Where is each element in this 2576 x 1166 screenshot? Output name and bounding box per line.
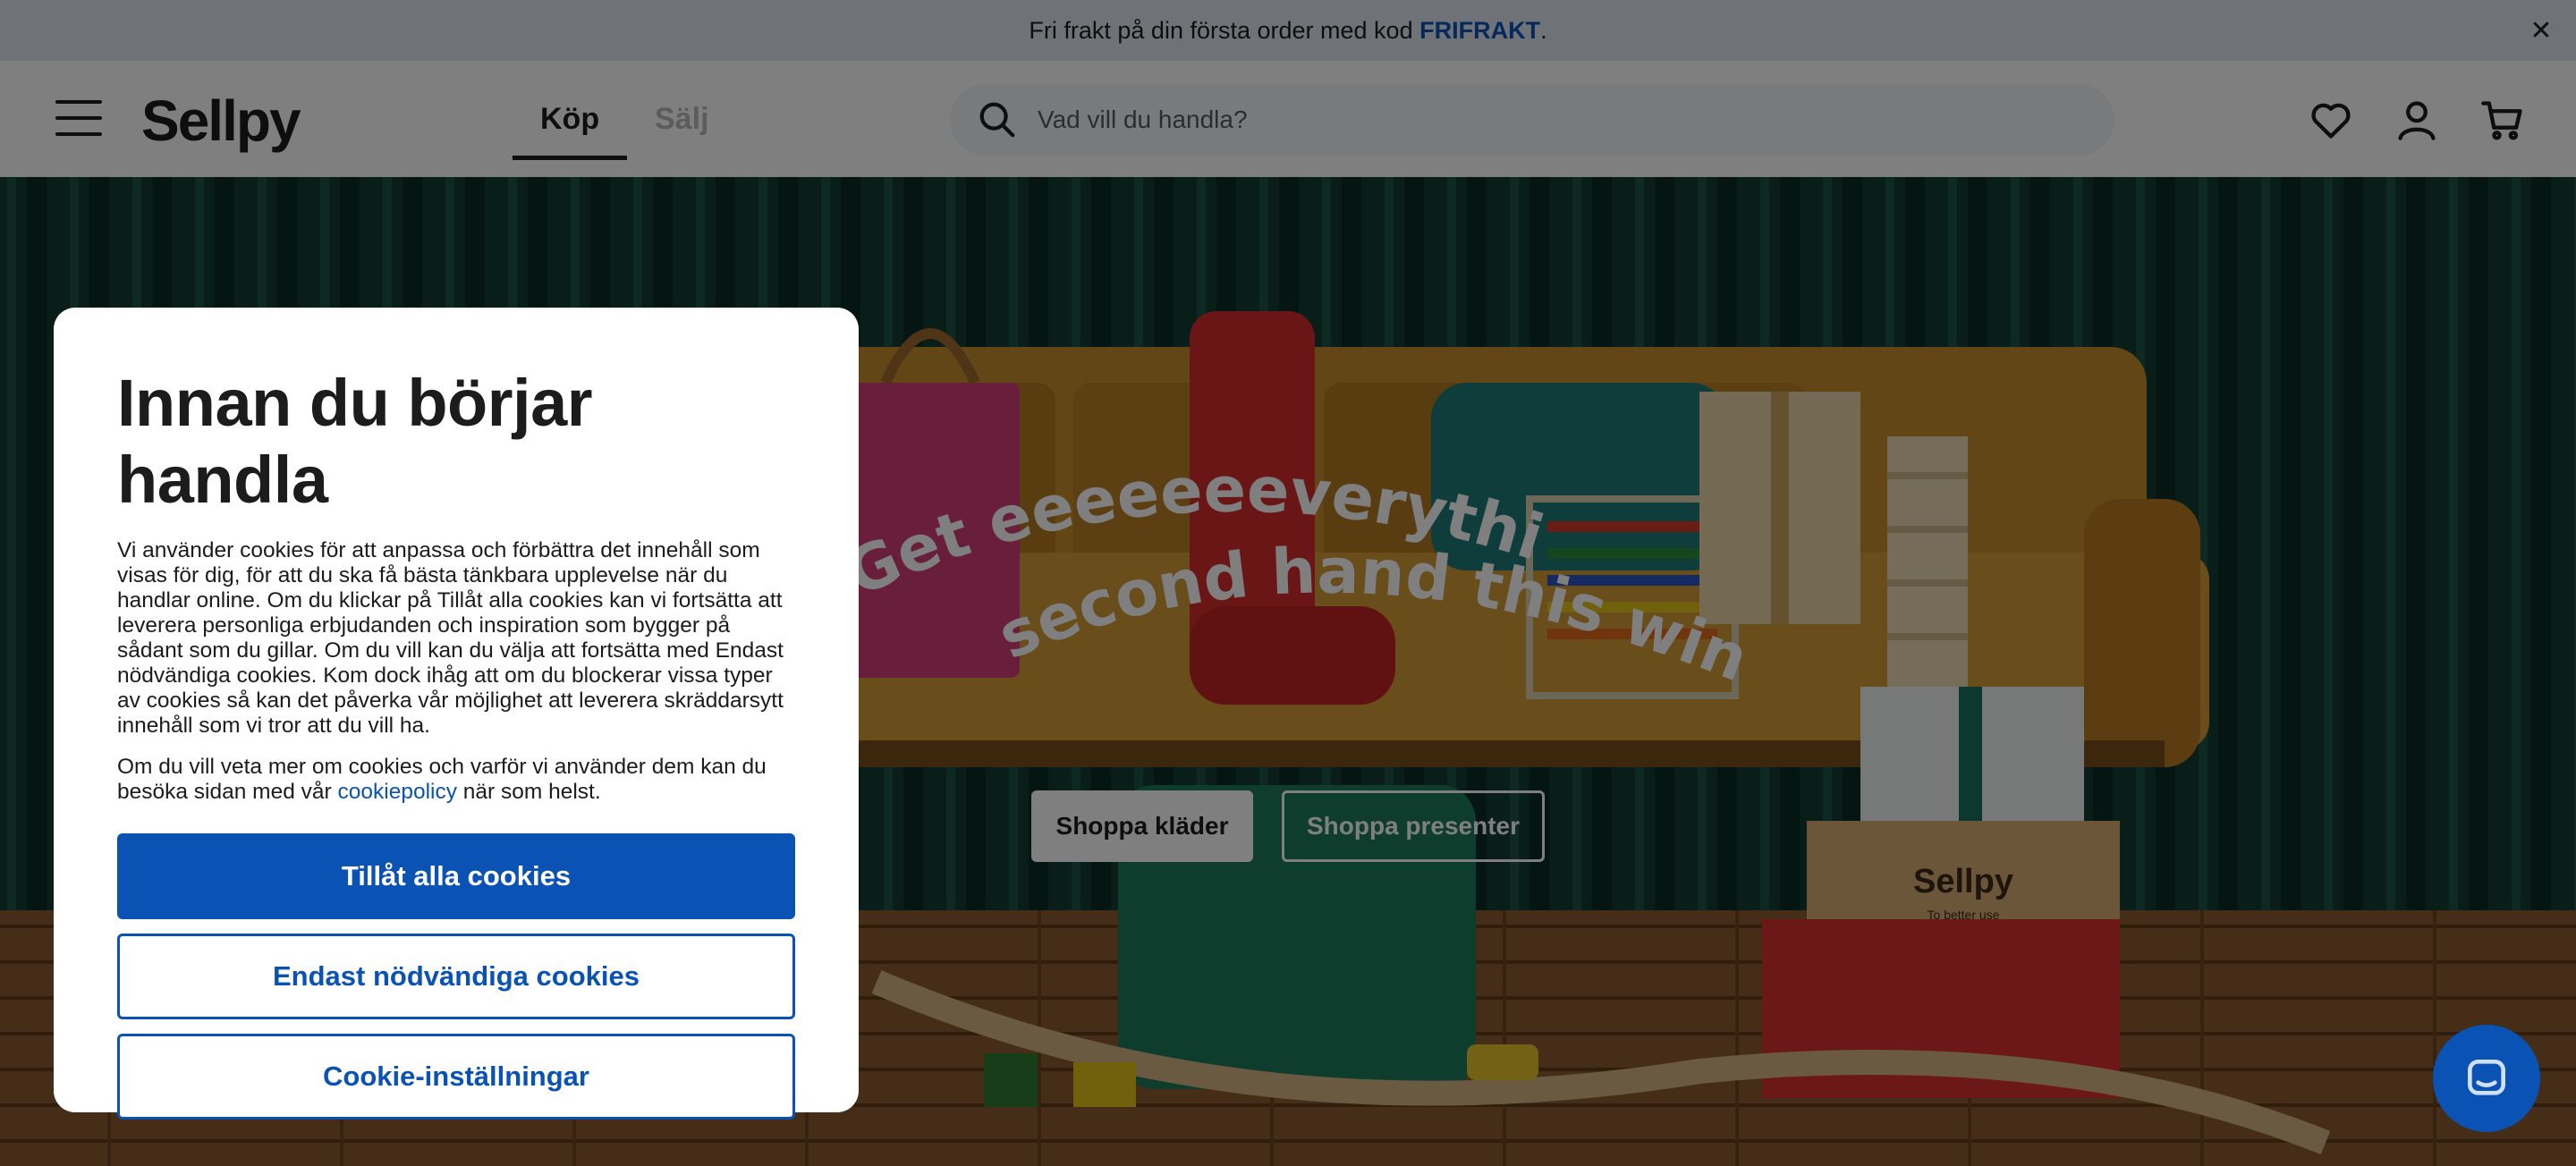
modal-body: Vi använder cookies för att anpassa och … <box>117 538 784 738</box>
cookie-consent-modal: Innan du börjar handla Vi använder cooki… <box>54 308 859 1120</box>
necessary-cookies-button[interactable]: Endast nödvändiga cookies <box>117 934 795 1019</box>
cookie-settings-button[interactable]: Cookie-inställningar <box>117 1034 795 1120</box>
cookie-policy-link[interactable]: cookiepolicy <box>338 780 457 804</box>
more-info-suffix: när som helst. <box>456 780 601 804</box>
modal-more-info: Om du vill veta mer om cookies och varfö… <box>117 755 795 805</box>
modal-title: Innan du börjar handla <box>117 366 593 517</box>
chat-icon[interactable] <box>2433 1025 2540 1132</box>
allow-all-cookies-button[interactable]: Tillåt alla cookies <box>117 833 795 919</box>
